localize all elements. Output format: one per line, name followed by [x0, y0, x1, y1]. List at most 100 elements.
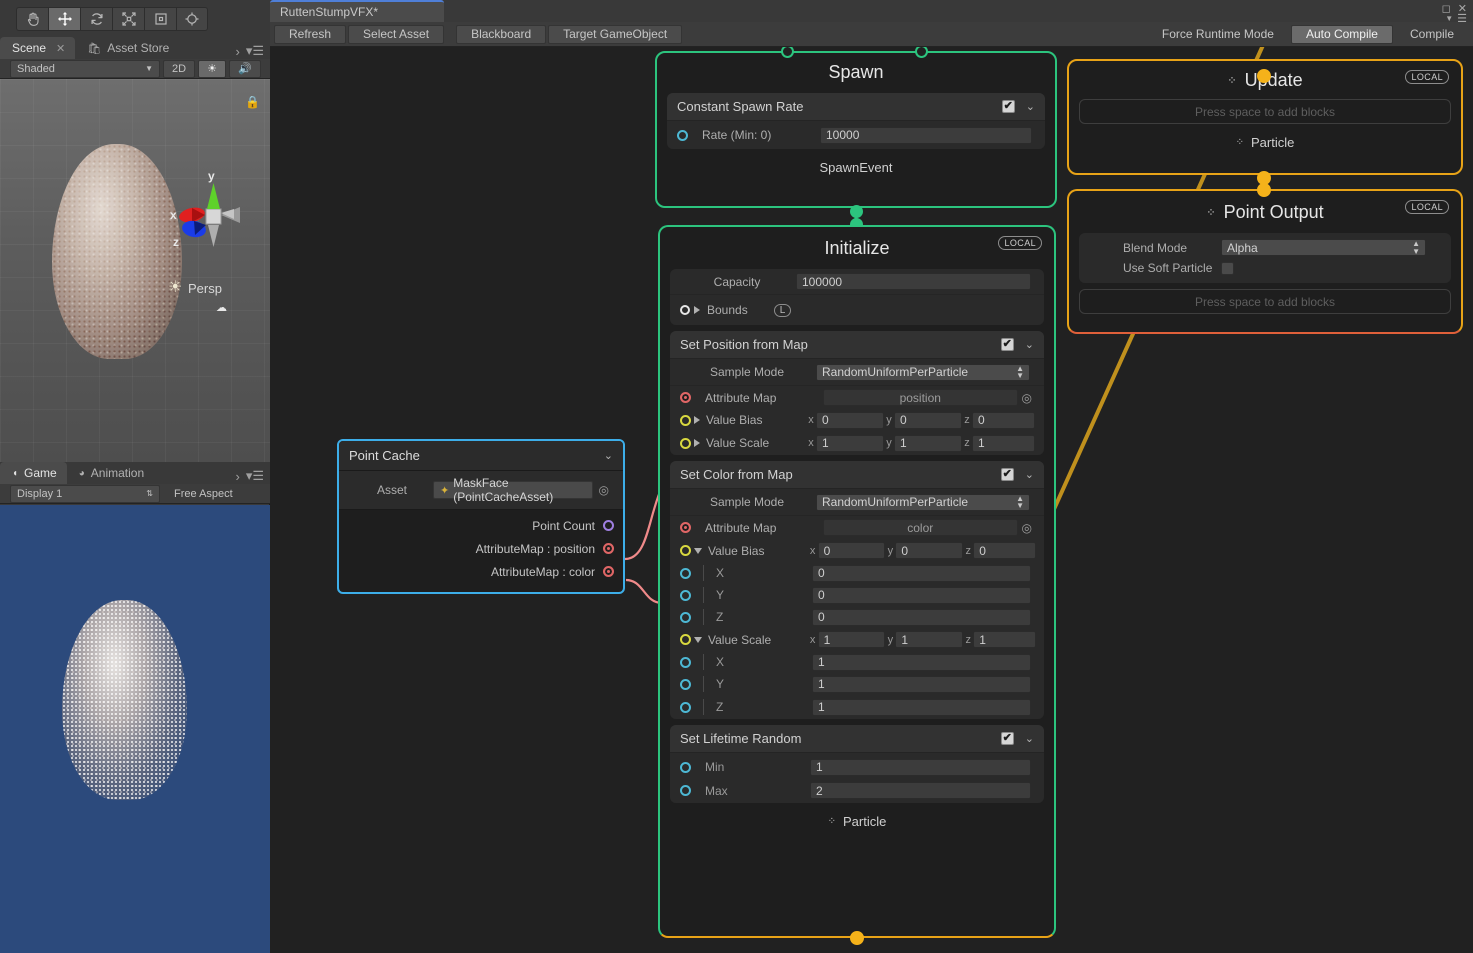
panel-menu-icon[interactable]: ▾☰	[246, 468, 264, 484]
scene-tabbar-overflow[interactable]: › ▾☰	[235, 43, 270, 59]
scene-object-gizmo-icon[interactable]: ☁	[216, 301, 227, 314]
block-set-position-from-map[interactable]: Set Position from Map ✔ ⌄ Sample Mode Ra…	[670, 331, 1044, 455]
update-add-blocks-hint[interactable]: Press space to add blocks	[1079, 99, 1451, 124]
property-row-value-scale-x[interactable]: X 1	[670, 651, 1044, 673]
output-row-point-count[interactable]: Point Count	[339, 514, 623, 537]
target-gameobject-button[interactable]: Target GameObject	[548, 24, 683, 44]
setting-row-sample-mode[interactable]: Sample Mode RandomUniformPerParticle ▲ ▼	[670, 359, 1044, 386]
input-port-value-scale[interactable]	[680, 437, 691, 449]
value-bias-x-input[interactable]: 0	[816, 411, 884, 429]
asset-object-field[interactable]: ✦ MaskFace (PointCacheAsset)	[433, 476, 593, 504]
value-scale-x-input[interactable]: 1	[816, 434, 884, 452]
scene-light-gizmo-icon[interactable]: ☀	[168, 277, 182, 297]
input-port-value-scale-y[interactable]	[680, 678, 691, 690]
tab-vfx-graph[interactable]: RuttenStumpVFX*	[270, 0, 444, 22]
block-set-lifetime-random[interactable]: Set Lifetime Random ✔ ⌄ Min 1 Max 2	[670, 725, 1044, 803]
setting-row-blend-mode[interactable]: Blend Mode Alpha ▲ ▼	[1079, 237, 1451, 258]
value-scale-child-x-input[interactable]: 1	[812, 653, 1031, 671]
value-scale-z-input[interactable]: 1	[973, 631, 1036, 648]
block-enabled-checkbox[interactable]: ✔	[1000, 732, 1014, 745]
toggle-2d-button[interactable]: 2D	[163, 59, 196, 78]
value-bias-z-input[interactable]: 0	[972, 411, 1035, 429]
max-input[interactable]: 2	[810, 782, 1031, 799]
property-row-rate[interactable]: Rate (Min: 0) 10000	[667, 121, 1045, 149]
point-output-add-blocks-hint[interactable]: Press space to add blocks	[1079, 289, 1451, 314]
output-port-point-count[interactable]	[603, 520, 614, 531]
output-port-attributemap-color[interactable]	[603, 566, 614, 577]
sample-mode-dropdown[interactable]: RandomUniformPerParticle ▲ ▼	[816, 493, 1030, 511]
block-set-color-from-map[interactable]: Set Color from Map ✔ ⌄ Sample Mode Rando…	[670, 461, 1044, 719]
context-node-initialize[interactable]: Initialize LOCAL Capacity 100000 Bounds …	[658, 225, 1056, 938]
context-node-spawn[interactable]: Spawn Constant Spawn Rate ✔ ⌄ Rate (Min:…	[655, 51, 1057, 208]
move-tool-button[interactable]	[48, 6, 80, 31]
property-row-value-bias[interactable]: Value Bias x 0 y 0 z 0	[670, 539, 1044, 562]
panel-menu-icon[interactable]: ▾☰	[246, 43, 264, 59]
tab-animation[interactable]: ◕ Animation	[67, 462, 154, 484]
property-row-value-bias-y[interactable]: Y 0	[670, 584, 1044, 606]
value-scale-child-y-input[interactable]: 1	[812, 675, 1031, 693]
tab-asset-store[interactable]: 🛍 Asset Store	[75, 37, 179, 59]
setting-row-bounds[interactable]: Bounds L	[670, 295, 1044, 325]
select-asset-button[interactable]: Select Asset	[348, 24, 445, 44]
min-input[interactable]: 1	[810, 758, 1031, 776]
collapse-triangle-icon[interactable]	[694, 636, 702, 643]
output-port-attributemap-position[interactable]	[603, 543, 614, 554]
input-port-rate[interactable]	[677, 129, 688, 141]
chevron-down-icon[interactable]: ⌄	[1025, 338, 1034, 351]
context-node-point-output[interactable]: ⁘ Point Output LOCAL Blend Mode Alpha ▲ ▼…	[1067, 189, 1463, 334]
input-port-value-scale[interactable]	[680, 634, 691, 645]
setting-row-asset[interactable]: Asset ✦ MaskFace (PointCacheAsset) ◎	[339, 476, 623, 504]
object-picker-icon[interactable]: ◎	[1022, 521, 1032, 535]
property-row-attribute-map[interactable]: Attribute Map color ◎	[670, 516, 1044, 539]
sample-mode-dropdown[interactable]: RandomUniformPerParticle ▲ ▼	[816, 363, 1030, 381]
property-row-value-scale-y[interactable]: Y 1	[670, 673, 1044, 695]
game-viewport[interactable]	[0, 505, 270, 953]
rate-input[interactable]: 10000	[820, 126, 1032, 144]
expand-triangle-icon[interactable]	[694, 439, 700, 447]
property-row-value-scale[interactable]: Value Scale x 1 y 1 z 1	[670, 431, 1044, 455]
update-flow-in-port[interactable]	[1257, 69, 1271, 83]
game-tabbar-overflow[interactable]: › ▾☰	[235, 468, 270, 484]
setting-row-capacity[interactable]: Capacity 100000	[670, 269, 1044, 295]
use-soft-particle-checkbox[interactable]	[1221, 261, 1234, 275]
property-row-value-bias-z[interactable]: Z 0	[670, 606, 1044, 628]
property-row-value-bias-x[interactable]: X 0	[670, 562, 1044, 584]
block-enabled-checkbox[interactable]: ✔	[1001, 100, 1015, 113]
point-cache-header[interactable]: Point Cache ⌄	[339, 441, 623, 471]
output-row-attributemap-color[interactable]: AttributeMap : color	[339, 560, 623, 583]
value-scale-x-input[interactable]: 1	[817, 631, 886, 648]
input-port-value-bias-y[interactable]	[680, 589, 691, 601]
compile-button[interactable]: Compile	[1395, 25, 1469, 44]
chevron-down-icon[interactable]: ⌄	[604, 449, 613, 462]
property-row-max[interactable]: Max 2	[670, 778, 1044, 803]
tab-game[interactable]: ◖ Game	[0, 462, 67, 484]
scene-viewport[interactable]: ☀ ☁ Persp 🔒 y x z	[0, 79, 270, 462]
expand-triangle-icon[interactable]	[694, 416, 700, 424]
scene-view-gizmo[interactable]: y x z	[168, 169, 258, 259]
chevron-right-icon[interactable]: ›	[235, 469, 239, 484]
chevron-down-icon[interactable]: ⌄	[1026, 100, 1035, 113]
setting-row-sample-mode[interactable]: Sample Mode RandomUniformPerParticle ▲ ▼	[670, 489, 1044, 516]
expand-triangle-icon[interactable]	[694, 306, 700, 314]
setting-row-use-soft-particle[interactable]: Use Soft Particle	[1079, 258, 1451, 278]
input-port-min[interactable]	[680, 761, 691, 773]
chevron-down-icon[interactable]: ⌄	[1025, 468, 1034, 481]
rotate-tool-button[interactable]	[80, 6, 112, 31]
force-runtime-mode-button[interactable]: Force Runtime Mode	[1147, 25, 1289, 44]
value-scale-z-input[interactable]: 1	[972, 434, 1035, 452]
value-scale-child-z-input[interactable]: 1	[812, 698, 1031, 716]
scene-audio-toggle[interactable]: 🔊	[228, 59, 261, 78]
input-port-bounds[interactable]	[680, 305, 690, 315]
object-picker-icon[interactable]: ◎	[599, 483, 609, 497]
block-header[interactable]: Constant Spawn Rate ✔ ⌄	[667, 93, 1045, 121]
block-header[interactable]: Set Lifetime Random ✔ ⌄	[670, 725, 1044, 753]
input-port-value-bias[interactable]	[680, 545, 691, 556]
property-row-value-bias[interactable]: Value Bias x 0 y 0 z 0	[670, 409, 1044, 431]
rect-tool-button[interactable]	[144, 6, 176, 31]
property-row-min[interactable]: Min 1	[670, 756, 1044, 778]
point-output-flow-in-port[interactable]	[1257, 183, 1271, 197]
blackboard-button[interactable]: Blackboard	[456, 24, 547, 44]
aspect-dropdown[interactable]: Free Aspect	[174, 488, 233, 500]
input-port-value-bias-x[interactable]	[680, 567, 691, 579]
object-picker-icon[interactable]: ◎	[1022, 391, 1032, 405]
